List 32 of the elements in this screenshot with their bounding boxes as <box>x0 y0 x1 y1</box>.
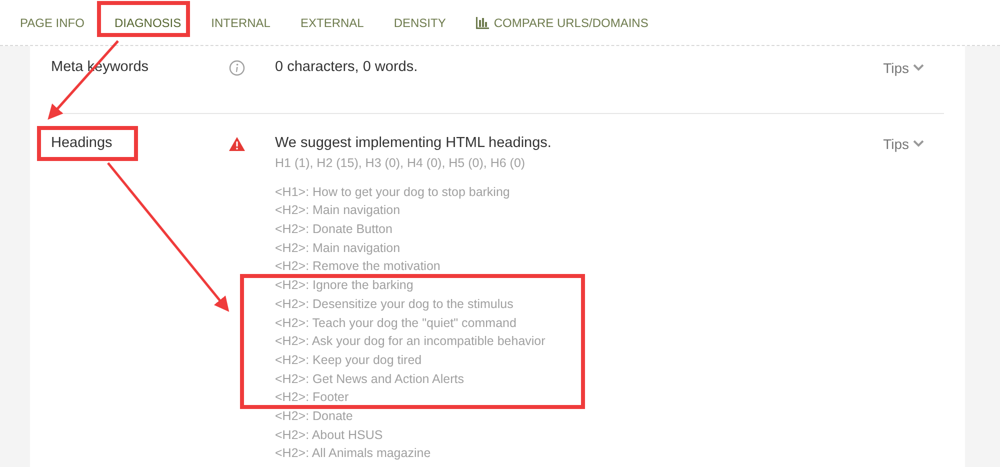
heading-entry: <H2>: Teach your dog the "quiet" command <box>275 314 518 332</box>
info-icon <box>229 60 245 76</box>
chevron-down-icon <box>913 140 924 147</box>
heading-counts: H1 (1), H2 (15), H3 (0), H4 (0), H5 (0), H6 (0) <box>275 155 526 171</box>
heading-entry: <H2>: Donate Button <box>275 221 394 238</box>
heading-entry: <H2>: Main navigation <box>275 202 402 220</box>
tips-button[interactable]: Tips <box>883 58 924 76</box>
nav-tab[interactable]: PAGE INFO <box>20 14 84 32</box>
nav-tab[interactable]: DIAGNOSIS <box>114 14 182 32</box>
row-label: Headings <box>51 134 112 152</box>
heading-entry: <H2>: Main navigation <box>275 240 402 257</box>
heading-entry: <H2>: Get News and Action Alerts <box>275 370 465 388</box>
row-message: 0 characters, 0 words. <box>275 58 419 76</box>
heading-entry: <H2>: All Animals magazine <box>275 445 432 462</box>
heading-entry: <H2>: Donate <box>275 408 354 426</box>
nav-tab[interactable]: COMPARE URLS/DOMAINS <box>476 14 648 32</box>
nav-tab[interactable]: INTERNAL <box>211 14 270 32</box>
heading-entry: <H2>: Keep your dog tired <box>275 352 423 369</box>
tips-button[interactable]: Tips <box>883 134 924 152</box>
bar-chart-icon <box>476 16 489 28</box>
nav-tab[interactable]: DENSITY <box>394 14 446 32</box>
heading-entry: <H1>: How to get your dog to stop barking <box>275 184 511 201</box>
heading-entry: <H2>: Desensitize your dog to the stimulus <box>275 296 514 313</box>
heading-entry: <H2>: Footer <box>275 389 350 406</box>
heading-entry: <H2>: Ignore the barking <box>275 277 414 294</box>
warning-icon <box>229 137 245 151</box>
heading-entry: <H2>: Remove the motivation <box>275 258 442 276</box>
chevron-down-icon <box>913 64 924 71</box>
row-message: We suggest implementing HTML headings. <box>275 134 552 152</box>
nav-tab[interactable]: EXTERNAL <box>300 14 364 32</box>
heading-entry: <H2>: Ask your dog for an incompatible behavior <box>275 333 546 350</box>
heading-entry: <H2>: About HSUS <box>275 426 384 444</box>
